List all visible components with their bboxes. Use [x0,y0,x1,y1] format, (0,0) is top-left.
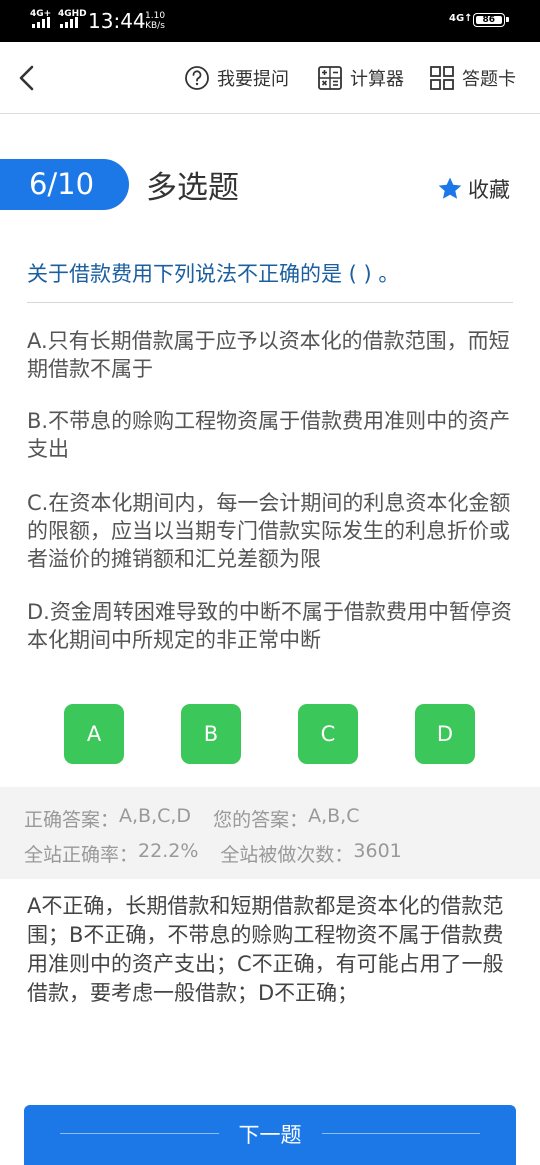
battery-icon: 86 [473,13,509,27]
battery-level: 86 [476,16,502,25]
next-question-label: 下一题 [218,1123,322,1147]
question-stem: 关于借款费用下列说法不正确的是 ( ) 。 [27,258,513,303]
clock: 13:44 [88,9,146,33]
choice-button-d[interactable]: D [415,704,475,764]
signal-icon-1 [32,17,50,28]
your-answer-label: 您的答案： [213,809,309,831]
top-nav: 我要提问 计算器 答题卡 [0,42,540,114]
answer-result-panel: 正确答案： A,B,C,D 您的答案： A,B,C 全站正确率： 22.2% 全… [0,787,540,879]
correct-answer-value: A,B,C,D [119,805,192,827]
network-speed: 1.10 KB/s [145,11,165,31]
option-c: C.在资本化期间内，每一会计期间的利息资本化金额的限额，应当以当期专门借款实际发… [27,491,511,571]
choice-button-a[interactable]: A [64,704,124,764]
answer-card-label: 答题卡 [462,69,516,90]
accuracy-label: 全站正确率： [24,844,139,866]
your-answer-value: A,B,C [308,805,360,827]
calculator-icon [318,66,342,90]
question-circle-icon [185,66,209,90]
option-b: B.不带息的赊购工程物资属于借款费用准则中的资产支出 [27,409,511,461]
favorite-button[interactable]: 收藏 [437,174,510,204]
choice-button-c[interactable]: C [298,704,358,764]
attempt-count-value: 3601 [353,840,402,862]
favorite-label: 收藏 [468,178,510,202]
star-icon [438,177,462,199]
network-label-right: 4G↑ [449,13,473,24]
grid-icon [430,66,454,90]
attempt-count-label: 全站被做次数： [220,844,354,866]
question-type: 多选题 [146,170,239,206]
correct-answer-label: 正确答案： [24,809,120,831]
next-question-button[interactable]: 下一题 [24,1105,516,1165]
choice-button-b[interactable]: B [181,704,241,764]
signal-icon-2 [60,17,78,28]
answer-analysis: A不正确，长期借款和短期借款都是资本化的借款范围；B不正确，不带息的赊购工程物资… [27,894,504,1005]
ask-question-label: 我要提问 [217,69,289,90]
ask-question-button[interactable]: 我要提问 [184,64,289,92]
back-button[interactable] [14,62,44,94]
option-d: D.资金周转困难导致的中断不属于借款费用中暂停资本化期间中所规定的非正常中断 [27,600,512,652]
calculator-button[interactable]: 计算器 [317,64,404,92]
choice-buttons: A B C D [0,704,540,764]
question-index-badge: 6/10 [0,159,129,210]
option-a: A.只有长期借款属于应予以资本化的借款范围，而短期借款不属于 [27,329,510,381]
calculator-label: 计算器 [350,69,404,90]
back-arrow-icon [19,65,34,91]
speed-unit: KB/s [145,21,165,31]
accuracy-value: 22.2% [138,840,199,862]
answer-card-button[interactable]: 答题卡 [429,64,516,92]
speed-value: 1.10 [145,11,166,21]
status-bar: 4G+ 4GHD 13:44 1.10 KB/s 4G↑ 86 [0,0,540,42]
